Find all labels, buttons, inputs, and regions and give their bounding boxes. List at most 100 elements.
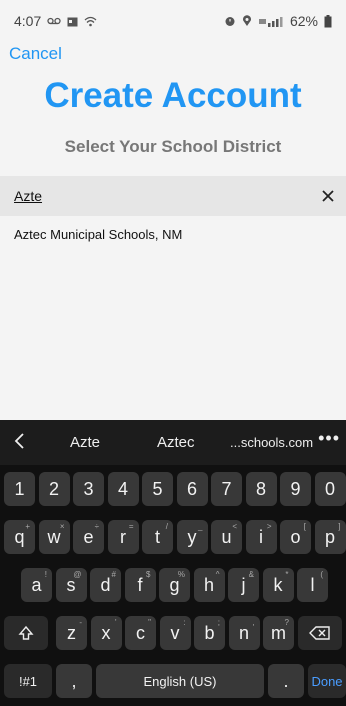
key-hint: , bbox=[252, 618, 255, 627]
key-label: 0 bbox=[324, 478, 335, 499]
key-label: b bbox=[204, 622, 215, 643]
key-hint: % bbox=[177, 570, 185, 579]
key-hint: & bbox=[248, 570, 254, 579]
key-8[interactable]: 8 bbox=[245, 472, 277, 506]
key-label: 3 bbox=[83, 478, 94, 499]
key-l[interactable]: l( bbox=[297, 568, 328, 602]
search-input[interactable] bbox=[10, 185, 308, 207]
key-hint: ! bbox=[44, 570, 47, 579]
key-c[interactable]: c " bbox=[125, 616, 156, 650]
key-label: 5 bbox=[152, 478, 163, 499]
period-key[interactable]: . bbox=[268, 664, 304, 698]
chevron-left-icon[interactable] bbox=[12, 431, 28, 451]
suggestion-item[interactable]: Aztec bbox=[157, 434, 195, 451]
key-y[interactable]: y _ bbox=[176, 520, 208, 554]
key-hint: _ bbox=[198, 522, 203, 531]
key-hint: = bbox=[128, 522, 134, 531]
key-label: f bbox=[137, 574, 143, 595]
key-label: 4 bbox=[117, 478, 128, 499]
key-v[interactable]: v: bbox=[159, 616, 191, 650]
key-1[interactable]: 1 bbox=[4, 472, 35, 506]
key-a[interactable]: a! bbox=[21, 568, 52, 602]
space-key[interactable]: English (US) bbox=[96, 664, 264, 698]
key-hint: $ bbox=[146, 570, 151, 579]
key-t[interactable]: t / bbox=[142, 520, 173, 554]
key-label: v bbox=[170, 622, 180, 643]
suggestion-item[interactable]: ...schools.com bbox=[230, 435, 313, 450]
battery-percent: 62% bbox=[289, 13, 318, 29]
done-key[interactable]: Done bbox=[308, 664, 346, 698]
key-0[interactable]: 0 bbox=[314, 472, 346, 506]
key-i[interactable]: i > bbox=[245, 520, 277, 554]
key-hint: > bbox=[266, 522, 272, 531]
cancel-button[interactable]: Cancel bbox=[9, 44, 62, 64]
key-label: 1 bbox=[14, 478, 25, 499]
voicemail-icon bbox=[47, 16, 61, 26]
key-label: l bbox=[310, 574, 315, 595]
page-subtitle: Select Your School District bbox=[64, 137, 282, 156]
key-d[interactable]: d # bbox=[90, 568, 121, 602]
key-5[interactable]: 5 bbox=[142, 472, 173, 506]
key-u[interactable]: u < bbox=[211, 520, 242, 554]
key-hint: < bbox=[232, 522, 237, 531]
list-item[interactable]: Aztec Municipal Schools, NM bbox=[0, 218, 346, 250]
suggestion-item[interactable]: Azte bbox=[70, 434, 100, 451]
key-hint: ( bbox=[320, 570, 323, 579]
key-4[interactable]: 4 bbox=[107, 472, 139, 506]
clear-icon[interactable] bbox=[318, 186, 338, 206]
search-bar bbox=[0, 176, 346, 216]
key-o[interactable]: o[ bbox=[280, 520, 311, 554]
shift-key[interactable] bbox=[4, 616, 48, 650]
key-label: 9 bbox=[290, 478, 301, 499]
more-icon[interactable]: ••• bbox=[318, 428, 340, 449]
key-w[interactable]: w × bbox=[38, 520, 70, 554]
key-z[interactable]: z- bbox=[56, 616, 87, 650]
key-hint: " bbox=[148, 618, 151, 627]
key-hint: ' bbox=[114, 618, 117, 627]
key-b[interactable]: b; bbox=[194, 616, 225, 650]
key-label: 7 bbox=[221, 478, 232, 499]
key-label: n bbox=[238, 622, 249, 643]
key-hint: * bbox=[285, 570, 289, 579]
signal-icon bbox=[258, 16, 284, 27]
comma-key[interactable]: , bbox=[56, 664, 92, 698]
key-hint: # bbox=[111, 570, 116, 579]
key-g[interactable]: g% bbox=[159, 568, 190, 602]
key-h[interactable]: h ^ bbox=[193, 568, 225, 602]
key-label: r bbox=[120, 526, 126, 547]
wifi-icon bbox=[84, 16, 97, 27]
page-title: Create Account bbox=[44, 76, 302, 115]
key-label: !#1 bbox=[18, 673, 38, 689]
key-label: t bbox=[154, 526, 160, 547]
alarm-icon bbox=[224, 15, 236, 27]
key-label: i bbox=[259, 526, 263, 547]
key-r[interactable]: r = bbox=[107, 520, 139, 554]
key-2[interactable]: 2 bbox=[38, 472, 70, 506]
key-7[interactable]: 7 bbox=[211, 472, 242, 506]
key-label: x bbox=[101, 622, 111, 643]
key-label: Done bbox=[311, 673, 343, 689]
key-hint: @ bbox=[73, 570, 82, 579]
key-6[interactable]: 6 bbox=[176, 472, 208, 506]
key-k[interactable]: k * bbox=[262, 568, 294, 602]
key-f[interactable]: f $ bbox=[124, 568, 156, 602]
key-9[interactable]: 9 bbox=[280, 472, 311, 506]
backspace-key[interactable] bbox=[298, 616, 342, 650]
key-p[interactable]: p] bbox=[314, 520, 346, 554]
key-hint: ; bbox=[217, 618, 220, 627]
key-q[interactable]: q + bbox=[4, 520, 35, 554]
key-3[interactable]: 3 bbox=[73, 472, 104, 506]
key-n[interactable]: n, bbox=[228, 616, 260, 650]
key-label: y bbox=[187, 526, 197, 547]
key-label: a bbox=[31, 574, 42, 595]
key-j[interactable]: j & bbox=[228, 568, 259, 602]
symbols-key[interactable]: !#1 bbox=[4, 664, 52, 698]
battery-icon bbox=[324, 14, 332, 28]
key-x[interactable]: x ' bbox=[90, 616, 122, 650]
shift-icon bbox=[18, 625, 34, 640]
key-label: 8 bbox=[255, 478, 266, 499]
key-e[interactable]: e ÷ bbox=[73, 520, 104, 554]
suggestion-bar: Azte Aztec ...schools.com ••• bbox=[0, 420, 346, 465]
key-m[interactable]: m? bbox=[263, 616, 294, 650]
key-s[interactable]: s @ bbox=[55, 568, 87, 602]
